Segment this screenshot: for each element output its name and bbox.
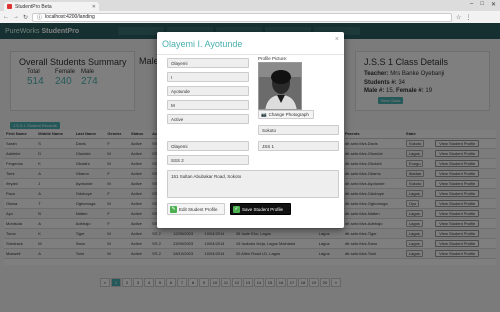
edit-icon: ✎ xyxy=(170,205,177,213)
close-tab-icon[interactable]: ✕ xyxy=(92,4,96,10)
save-profile-button[interactable]: ✓ Save Student Profile xyxy=(230,203,291,215)
profile-photo xyxy=(258,62,302,110)
modal-divider xyxy=(157,54,344,55)
favicon-icon xyxy=(7,4,12,9)
gender-field[interactable]: M xyxy=(167,100,249,110)
tab-bar: StudentPro Beta ✕ – □ ✕ xyxy=(0,0,500,11)
address-row: ← → ↻ ⓘ localhost:4200/landing ☆ ⋮ xyxy=(0,11,500,23)
maximize-icon[interactable]: □ xyxy=(480,1,484,8)
close-window-icon[interactable]: ✕ xyxy=(491,1,496,8)
first-name-field[interactable]: Olayemi xyxy=(167,58,249,68)
reload-icon[interactable]: ↻ xyxy=(23,14,28,21)
minimize-icon[interactable]: – xyxy=(470,1,473,8)
save-profile-label: Save Student Profile xyxy=(242,206,284,212)
browser-chrome: StudentPro Beta ✕ – □ ✕ ← → ↻ ⓘ localhos… xyxy=(0,0,500,23)
address-textarea[interactable]: 151 Sultan Abubakar Road, Sokoto xyxy=(167,170,339,198)
parent-name-field[interactable]: Olayemi xyxy=(167,141,249,151)
last-name-field[interactable]: Ayotunde xyxy=(167,86,249,96)
page-info-icon: ⓘ xyxy=(37,14,43,21)
url-text: localhost:4200/landing xyxy=(45,14,95,20)
bookmark-star-icon[interactable]: ☆ xyxy=(456,14,461,21)
edit-profile-label: Edit Student Profile xyxy=(179,206,218,212)
profile-photo-image xyxy=(259,63,301,109)
url-bar[interactable]: ⓘ localhost:4200/landing xyxy=(32,12,453,22)
edit-profile-button[interactable]: ✎ Edit Student Profile xyxy=(167,203,225,215)
close-icon[interactable]: × xyxy=(335,36,339,43)
camera-icon: 📷 xyxy=(261,111,267,117)
modal-title: Olayemi I. Ayotunde xyxy=(162,39,243,49)
class-level-field[interactable]: SSS 2 xyxy=(167,155,249,165)
browser-tab[interactable]: StudentPro Beta ✕ xyxy=(4,2,99,11)
back-icon[interactable]: ← xyxy=(3,14,9,20)
state-field[interactable]: Sokoto xyxy=(258,125,339,135)
save-icon: ✓ xyxy=(233,205,240,213)
change-photo-button[interactable]: 📷 Change Photograph xyxy=(258,110,314,119)
window-controls: – □ ✕ xyxy=(470,1,496,8)
student-profile-modal: Olayemi I. Ayotunde × Olayemi I Ayotunde… xyxy=(157,32,344,228)
forward-icon[interactable]: → xyxy=(13,14,19,20)
tab-title: StudentPro Beta xyxy=(15,3,52,10)
menu-icon[interactable]: ⋮ xyxy=(465,14,471,21)
class-field[interactable]: JSS 1 xyxy=(258,141,339,151)
middle-initial-field[interactable]: I xyxy=(167,72,249,82)
profile-picture-label: Profile Picture: xyxy=(258,56,288,61)
change-photo-label: Change Photograph xyxy=(268,112,309,117)
status-field[interactable]: Active xyxy=(167,114,249,124)
